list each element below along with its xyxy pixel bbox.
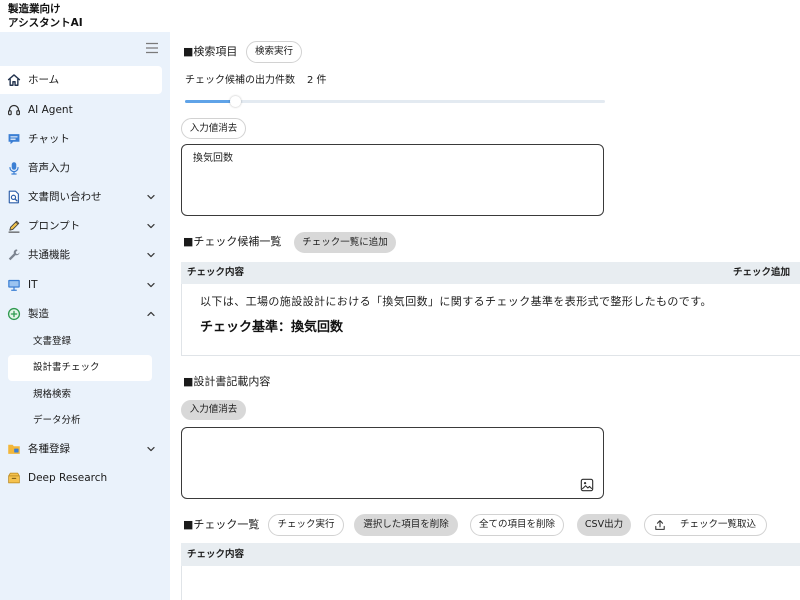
delete-all-button[interactable]: 全ての項目を削除: [470, 514, 564, 536]
sidebar-subitem-label: 設計書チェック: [33, 362, 100, 373]
add-to-checklist-button[interactable]: チェック一覧に追加: [294, 232, 396, 253]
chevron-up-icon[interactable]: [146, 309, 156, 319]
sidebar-item-chat[interactable]: チャット: [0, 125, 162, 153]
upload-icon: [654, 519, 666, 531]
import-checklist-button[interactable]: チェック一覧取込: [644, 514, 767, 536]
sidebar-item-registrations[interactable]: 各種登録: [0, 435, 162, 463]
sidebar-item-label: IT: [28, 279, 38, 291]
design-doc-input[interactable]: [182, 428, 603, 498]
folder-icon: [7, 442, 21, 456]
sidebar-item-label: 音声入力: [28, 162, 70, 174]
home-icon: [7, 73, 21, 87]
sidebar-item-prompt[interactable]: プロンプト: [0, 212, 162, 240]
search-run-button[interactable]: 検索実行: [246, 41, 302, 63]
chevron-down-icon[interactable]: [146, 444, 156, 454]
sidebar-item-home[interactable]: ホーム: [0, 66, 162, 94]
column-header-content: チェック内容: [187, 549, 245, 560]
slider-fill: [185, 100, 236, 103]
sidebar-item-label: AI Agent: [28, 104, 73, 116]
sidebar-item-manufacturing[interactable]: 製造: [0, 300, 162, 328]
sidebar-item-common-functions[interactable]: 共通機能: [0, 241, 162, 269]
run-check-button[interactable]: チェック実行: [268, 514, 344, 536]
sidebar-item-label: 文書問い合わせ: [28, 191, 102, 203]
design-doc-heading: ■設計書記載内容: [183, 375, 271, 388]
app-title-line1: 製造業向け: [8, 3, 61, 15]
chevron-down-icon[interactable]: [146, 221, 156, 231]
sidebar: ホーム AI Agent チャット 音声入力 文書問い合わせ プロンプト 共通機…: [0, 32, 170, 600]
output-count-row: チェック候補の出力件数 2 件: [185, 74, 327, 88]
headset-icon: [7, 103, 21, 117]
table-row: 以下は、工場の施設設計における「換気回数」に関するチェック基準を表形式で整形した…: [181, 284, 800, 356]
chevron-down-icon[interactable]: [146, 280, 156, 290]
sidebar-item-label: 各種登録: [28, 443, 70, 455]
sidebar-item-ai-agent[interactable]: AI Agent: [0, 96, 162, 124]
sidebar-subitem-document-registration[interactable]: 文書登録: [8, 329, 152, 355]
main-content: ■検索項目 検索実行 チェック候補の出力件数 2 件 入力値消去 換気回数 ■チェ…: [170, 0, 800, 600]
table-body: [181, 566, 800, 600]
monitor-icon: [7, 278, 21, 292]
chevron-down-icon[interactable]: [146, 192, 156, 202]
column-header-content: チェック内容: [187, 267, 245, 278]
app-title: 製造業向け アシスタントAI: [8, 2, 83, 30]
checklist-heading: ■チェック一覧: [183, 518, 260, 531]
column-header-add: チェック追加: [732, 267, 790, 278]
document-search-icon: [7, 190, 21, 204]
sidebar-item-voice-input[interactable]: 音声入力: [0, 154, 162, 182]
sidebar-item-label: プロンプト: [28, 220, 81, 232]
mic-icon: [7, 161, 21, 175]
slider-track[interactable]: [185, 100, 605, 103]
slider-thumb[interactable]: [229, 96, 241, 107]
csv-export-button[interactable]: CSV出力: [577, 514, 631, 536]
archive-icon: [7, 471, 21, 485]
sidebar-item-label: 共通機能: [28, 249, 70, 261]
image-icon[interactable]: [580, 478, 594, 492]
sidebar-item-document-inquiry[interactable]: 文書問い合わせ: [0, 183, 162, 211]
chevron-down-icon[interactable]: [146, 250, 156, 260]
design-doc-clear-button[interactable]: 入力値消去: [181, 400, 246, 420]
output-count-label: チェック候補の出力件数: [185, 75, 295, 86]
tools-icon: [7, 248, 21, 262]
sidebar-item-deep-research[interactable]: Deep Research: [0, 464, 162, 492]
pencil-icon: [7, 219, 21, 233]
chat-icon: [7, 132, 21, 146]
sidebar-item-label: チャット: [28, 133, 70, 145]
candidates-table: チェック内容 チェック追加 以下は、工場の施設設計における「換気回数」に関するチ…: [181, 262, 800, 356]
output-count-value: 2 件: [307, 75, 327, 86]
output-count-slider[interactable]: [185, 95, 605, 109]
sidebar-subitem-design-doc-check[interactable]: 設計書チェック: [8, 355, 152, 381]
candidate-criteria-title: チェック基準：換気回数: [200, 320, 344, 335]
sidebar-subitem-label: 規格検索: [33, 389, 72, 400]
sidebar-item-label: ホーム: [28, 74, 60, 86]
search-clear-button[interactable]: 入力値消去: [181, 118, 246, 139]
design-doc-box: [181, 427, 604, 499]
sidebar-item-it[interactable]: IT: [0, 271, 162, 299]
sidebar-item-label: Deep Research: [28, 472, 108, 484]
hamburger-icon[interactable]: [145, 42, 159, 54]
app-root: 製造業向け アシスタントAI ホーム AI Agent チャット 音声入力 文書…: [0, 0, 800, 600]
candidate-intro-text: 以下は、工場の施設設計における「換気回数」に関するチェック基準を表形式で整形した…: [200, 295, 712, 308]
sidebar-subitem-label: 文書登録: [33, 336, 72, 347]
table-header: チェック内容: [181, 543, 800, 566]
app-title-line2: アシスタントAI: [8, 17, 83, 29]
sidebar-subitem-standard-search[interactable]: 規格検索: [8, 382, 152, 408]
candidates-heading: ■チェック候補一覧: [183, 235, 282, 248]
import-checklist-label: チェック一覧取込: [680, 519, 757, 530]
search-keyword-input[interactable]: 換気回数: [182, 145, 603, 215]
delete-selected-button[interactable]: 選択した項目を削除: [354, 514, 458, 536]
search-keyword-box: 換気回数: [181, 144, 604, 216]
checklist-table: チェック内容: [181, 543, 800, 600]
sidebar-subitem-data-analysis[interactable]: データ分析: [8, 408, 152, 434]
sidebar-item-label: 製造: [28, 308, 49, 320]
search-heading: ■検索項目: [183, 45, 238, 58]
sidebar-subitem-label: データ分析: [33, 415, 81, 426]
plus-circle-icon: [7, 307, 21, 321]
table-header: チェック内容 チェック追加: [181, 262, 800, 284]
